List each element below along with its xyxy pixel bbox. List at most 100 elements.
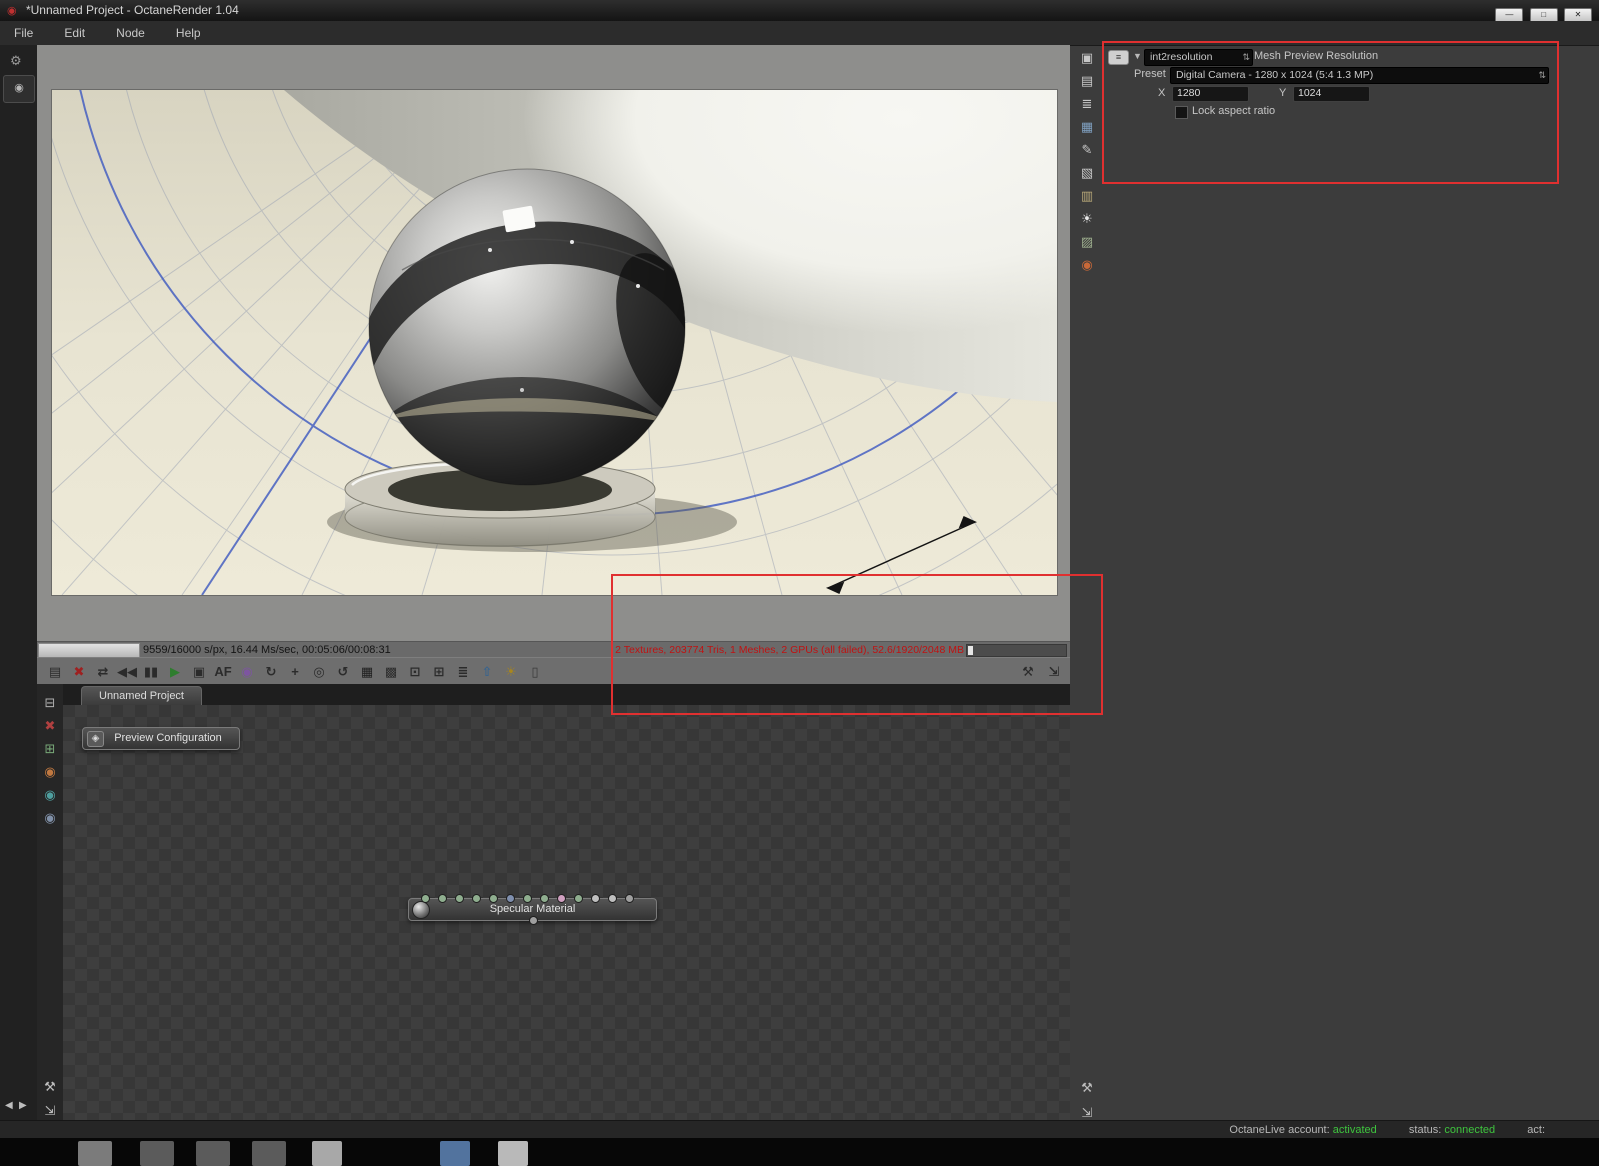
output-pin[interactable] [528, 916, 538, 925]
specular-material-node[interactable]: Specular Material [408, 894, 657, 925]
stop-render-icon[interactable]: ✖ [67, 659, 91, 684]
save-icon[interactable]: ▤ [1076, 71, 1098, 91]
taskbar-button[interactable] [252, 1141, 286, 1166]
node-title: Mesh Preview Resolution [1254, 50, 1379, 62]
app-icon: ◉ [7, 5, 17, 17]
node-pin[interactable] [455, 894, 464, 903]
pause-icon[interactable]: ▮▮ [139, 659, 163, 684]
play-icon[interactable]: ▶ [163, 659, 187, 684]
render-progress-text: 9559/16000 s/px, 16.44 Ms/sec, 00:05:06/… [143, 644, 391, 656]
node-editor-tab-bar: Unnamed Project [63, 684, 1070, 706]
mesh-icon[interactable]: ▧ [1076, 163, 1098, 183]
inspector-wrench-icon[interactable]: ⚒ [1076, 1078, 1098, 1098]
copy-image-icon[interactable]: ⊞ [427, 659, 451, 684]
collapse-arrow-icon[interactable]: ▼ [1133, 49, 1142, 64]
new-node-icon[interactable]: ⊞ [39, 739, 61, 759]
render-image [52, 0, 1282, 595]
memory-bar [966, 644, 1067, 657]
y-label: Y [1279, 87, 1287, 99]
node-pin[interactable] [540, 894, 549, 903]
taskbar [0, 1138, 1599, 1166]
crop-icon[interactable]: ⊡ [403, 659, 427, 684]
orbit-icon[interactable]: ↻ [259, 659, 283, 684]
node-pin[interactable] [523, 894, 532, 903]
x-label: X [1158, 87, 1166, 99]
render-viewport[interactable] [37, 0, 1282, 641]
node-type-dropdown[interactable]: int2resolution ⇅ [1144, 49, 1253, 66]
edit-image-icon[interactable]: ✎ [1076, 140, 1098, 160]
rewind-icon[interactable]: ◀◀ [115, 659, 139, 684]
lock-icon[interactable]: ▯ [523, 659, 547, 684]
hdri-icon[interactable]: ▨ [1076, 232, 1098, 252]
application-window: ◉ *Unnamed Project - OctaneRender 1.04 —… [0, 0, 1599, 1166]
x-input[interactable]: 1280 [1172, 86, 1249, 102]
menu-file[interactable]: File [0, 21, 47, 45]
preset-dropdown[interactable]: Digital Camera - 1280 x 1024 (5:4 1.3 MP… [1170, 67, 1549, 84]
mesh-preview-icon[interactable]: ◉ [39, 808, 61, 828]
menu-node[interactable]: Node [102, 21, 159, 45]
nav-right-icon[interactable]: ▶ [19, 1100, 27, 1112]
display-icon[interactable]: ▣ [187, 659, 211, 684]
y-input[interactable]: 1024 [1293, 86, 1370, 102]
delete-node-icon[interactable]: ✖ [39, 716, 61, 736]
material-preview-icon[interactable]: ◉ [39, 762, 61, 782]
status-label: status: [1408, 1124, 1442, 1136]
texture-icon[interactable]: ▥ [1076, 186, 1098, 206]
node-list-icon[interactable]: ≣ [1076, 94, 1098, 114]
restart-render-icon[interactable]: ⇄ [91, 659, 115, 684]
texture-preview-icon[interactable]: ◉ [39, 785, 61, 805]
memory-bar-fill [968, 646, 973, 655]
node-pin[interactable] [591, 894, 600, 903]
render-fullscreen-icon[interactable]: ⇲ [1042, 659, 1066, 684]
taskbar-button[interactable] [498, 1141, 528, 1166]
right-tool-column: ▣ ▤ ≣ ▦ ✎ ▧ ▥ ☀ ▨ ◉ [1074, 48, 1100, 275]
preview-configuration-node[interactable]: ◈ Preview Configuration [82, 727, 240, 750]
node-pin[interactable] [625, 894, 634, 903]
node-editor-wrench-icon[interactable]: ⚒ [39, 1077, 61, 1097]
upload-icon[interactable]: ⇧ [475, 659, 499, 684]
firefly-removal-icon[interactable]: ☀ [499, 659, 523, 684]
taskbar-button[interactable] [312, 1141, 342, 1166]
lock-aspect-checkbox[interactable] [1175, 106, 1188, 119]
node-pin[interactable] [557, 894, 566, 903]
link-nodes-icon[interactable]: ⊟ [39, 693, 61, 713]
act-label: act: [1527, 1124, 1545, 1136]
node-editor: ⊟ ✖ ⊞ ◉ ◉ ◉ ⚒ ⇲ Unnamed Project ◈ Preview Con… [37, 684, 1070, 1120]
autofocus-icon[interactable]: AF [211, 659, 235, 684]
sun-icon[interactable]: ☀ [1076, 209, 1098, 229]
render-target-icon[interactable]: ▣ [1076, 48, 1098, 68]
taskbar-button[interactable] [196, 1141, 230, 1166]
node-editor-expand-icon[interactable]: ⇲ [39, 1101, 61, 1121]
nav-left-icon[interactable]: ◀ [5, 1100, 13, 1112]
menu-edit[interactable]: Edit [50, 21, 99, 45]
taskbar-button[interactable] [440, 1141, 470, 1166]
gear-icon[interactable]: ⚙ [10, 53, 22, 69]
focus-picker-icon[interactable]: ◎ [307, 659, 331, 684]
node-pin[interactable] [421, 894, 430, 903]
scene-ball-icon[interactable]: ◉ [3, 75, 35, 103]
paint-ball-icon[interactable]: ◉ [1076, 255, 1098, 275]
node-pin[interactable] [472, 894, 481, 903]
taskbar-button[interactable] [140, 1141, 174, 1166]
node-pin[interactable] [489, 894, 498, 903]
material-ball-icon[interactable]: ◉ [235, 659, 259, 684]
menu-help[interactable]: Help [162, 21, 215, 45]
node-pin[interactable] [438, 894, 447, 903]
node-pin[interactable] [574, 894, 583, 903]
image-icon[interactable]: ▦ [1076, 117, 1098, 137]
node-pin[interactable] [506, 894, 515, 903]
pick-icon[interactable]: + [283, 659, 307, 684]
render-view[interactable] [52, 0, 1282, 595]
alpha-checker-icon[interactable]: ▩ [379, 659, 403, 684]
preview-config-label: Preview Configuration [114, 732, 222, 744]
render-settings-wrench-icon[interactable]: ⚒ [1016, 659, 1040, 684]
save-render-icon[interactable]: ▤ [43, 659, 67, 684]
node-graph-canvas[interactable]: ◈ Preview Configuration Specular Materia… [63, 705, 1070, 1120]
reset-view-icon[interactable]: ↺ [331, 659, 355, 684]
tab-unnamed-project[interactable]: Unnamed Project [81, 686, 202, 706]
taskbar-button[interactable] [78, 1141, 112, 1166]
node-pin[interactable] [608, 894, 617, 903]
film-region-icon[interactable]: ▦ [355, 659, 379, 684]
preset-label: Preset [1134, 68, 1166, 80]
layers-icon[interactable]: ≣ [451, 659, 475, 684]
